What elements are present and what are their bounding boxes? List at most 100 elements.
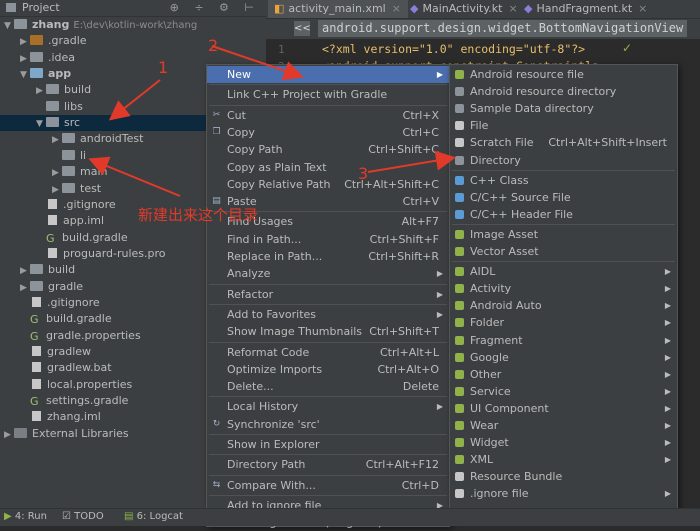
project-header: Project ⊕ ÷ ⚙ ⊢ [0, 0, 266, 17]
code-line[interactable]: <?xml version="1.0" encoding="utf-8"?> [322, 42, 585, 56]
menu-item-label: Google [470, 350, 509, 364]
menu-item[interactable]: Delete... Delete [207, 378, 449, 395]
expand-right-icon[interactable]: ▶ [20, 51, 30, 67]
menu-item[interactable]: Google ▶ [450, 349, 677, 366]
tree-item-label: test [80, 181, 102, 195]
breadcrumb-chevron[interactable]: << [294, 21, 311, 36]
logcat-tab[interactable]: ▤ 6: Logcat [124, 511, 183, 522]
expand-right-icon[interactable]: ▶ [52, 165, 62, 181]
folder-icon [14, 19, 27, 29]
close-tab-icon[interactable]: × [392, 2, 401, 15]
editor-tab[interactable]: ◆ HandFragment.kt × [518, 0, 647, 18]
project-path-hint: E:\dev\kotlin-work\zhang [73, 20, 198, 31]
menu-item[interactable]: AIDL ▶ [450, 263, 677, 280]
menu-item-shortcut: Ctrl+Alt+O [377, 362, 439, 376]
menu-item[interactable]: Fragment ▶ [450, 332, 677, 349]
gradle-icon: G [30, 395, 39, 409]
menu-separator [209, 396, 447, 398]
menu-item[interactable]: Find in Path... Ctrl+Shift+F [207, 231, 449, 248]
menu-item[interactable]: C/C++ Header File [450, 206, 677, 223]
project-header-icons[interactable]: ⊕ ÷ ⚙ ⊢ [170, 1, 260, 14]
menu-item[interactable]: Refactor ▶ [207, 286, 449, 303]
editor-tab[interactable]: ◆ MainActivity.kt × [404, 0, 522, 18]
menu-item[interactable]: Optimize Imports Ctrl+Alt+O [207, 361, 449, 378]
close-tab-icon[interactable]: × [508, 2, 517, 15]
menu-item[interactable]: Local History ▶ [207, 398, 449, 415]
android-icon [455, 455, 464, 465]
close-tab-icon[interactable]: × [638, 2, 647, 15]
submenu-arrow-icon: ▶ [436, 269, 443, 279]
menu-item[interactable]: Android Auto ▶ [450, 297, 677, 314]
android-icon [455, 247, 464, 256]
expand-right-icon[interactable]: ▶ [52, 132, 62, 148]
menu-item[interactable]: Service ▶ [450, 383, 677, 400]
submenu-arrow-icon: ▶ [436, 70, 443, 79]
menu-item[interactable]: File [450, 117, 677, 134]
expand-right-icon[interactable]: ▶ [36, 83, 46, 99]
menu-item[interactable]: ⇆ Compare With... Ctrl+D [207, 477, 449, 494]
project-view-title[interactable]: Project [22, 1, 60, 14]
menu-item[interactable]: ❐ Copy Ctrl+C [207, 124, 449, 141]
expand-right-icon[interactable]: ▶ [52, 182, 62, 198]
editor-tab[interactable]: ◧ activity_main.xml × [268, 0, 408, 18]
menu-item[interactable]: Directory Path Ctrl+Alt+F12 [207, 456, 449, 473]
menu-item-label: Android resource file [470, 68, 584, 81]
menu-item[interactable]: Replace in Path... Ctrl+Shift+R [207, 248, 449, 265]
menu-item[interactable]: Show in Explorer [207, 436, 449, 453]
android-icon [455, 284, 464, 294]
todo-tab[interactable]: ☑ TODO [62, 511, 104, 522]
menu-item[interactable]: C++ Class [450, 172, 677, 189]
menu-item[interactable]: Image Asset [450, 226, 677, 243]
menu-item[interactable]: Other ▶ [450, 366, 677, 383]
tree-item[interactable]: ▶ .gradle [0, 33, 266, 49]
menu-item[interactable]: Directory [450, 152, 677, 169]
file-icon [32, 362, 41, 373]
menu-item[interactable]: Analyze ▶ [207, 265, 449, 282]
menu-item[interactable]: New ▶ [207, 66, 449, 83]
expand-right-icon[interactable]: ▶ [20, 280, 30, 296]
annotation-number-2: 2 [208, 36, 219, 55]
expand-right-icon[interactable]: ▶ [4, 427, 14, 443]
menu-item[interactable]: XML ▶ [450, 451, 677, 468]
expand-down-icon[interactable]: ▼ [4, 18, 14, 34]
menu-item[interactable]: Scratch File Ctrl+Alt+Shift+Insert [450, 134, 677, 151]
menu-item[interactable]: Android resource directory [450, 83, 677, 100]
breadcrumb-path[interactable]: android.support.design.widget.BottomNavi… [318, 20, 688, 37]
folder-icon [62, 149, 75, 160]
menu-item[interactable]: Android resource file [450, 66, 677, 83]
menu-item[interactable]: Reformat Code Ctrl+Alt+L [207, 344, 449, 361]
submenu-arrow-icon: ▶ [664, 403, 671, 413]
menu-item[interactable]: Copy Path Ctrl+Shift+C [207, 141, 449, 158]
run-tab[interactable]: ▶ 4: Run [4, 511, 47, 522]
cut-icon: ✂ [212, 109, 221, 120]
menu-item-shortcut: Ctrl+Shift+T [369, 325, 439, 339]
expand-down-icon[interactable]: ▼ [20, 67, 30, 83]
menu-item-label: Delete... [227, 380, 274, 394]
expand-right-icon[interactable]: ▶ [20, 34, 30, 50]
expand-down-icon[interactable]: ▼ [36, 116, 46, 132]
menu-item[interactable]: .ignore file ▶ [450, 485, 677, 502]
expand-right-icon[interactable]: ▶ [20, 263, 30, 279]
menu-item[interactable]: Link C++ Project with Gradle [207, 86, 449, 103]
tree-item[interactable]: ▼ zhang E:\dev\kotlin-work\zhang [0, 17, 266, 33]
menu-item-label: Cut [227, 108, 246, 122]
menu-item[interactable]: Copy as Plain Text [207, 159, 449, 176]
menu-item[interactable]: Wear ▶ [450, 417, 677, 434]
menu-item[interactable]: Sample Data directory [450, 100, 677, 117]
menu-item[interactable]: UI Component ▶ [450, 400, 677, 417]
menu-item[interactable]: Folder ▶ [450, 314, 677, 331]
gradle-icon: G [30, 329, 39, 343]
menu-item[interactable]: Vector Asset [450, 243, 677, 260]
project-view-icon[interactable] [6, 3, 16, 12]
menu-item[interactable]: Widget ▶ [450, 434, 677, 451]
menu-item[interactable]: Copy Relative Path Ctrl+Alt+Shift+C [207, 176, 449, 193]
menu-item[interactable]: ↻ Synchronize 'src' [207, 416, 449, 433]
menu-item[interactable]: Add to Favorites ▶ [207, 306, 449, 323]
menu-item[interactable]: Resource Bundle [450, 468, 677, 485]
menu-item[interactable]: Activity ▶ [450, 280, 677, 297]
menu-item[interactable]: C/C++ Source File [450, 189, 677, 206]
annotation-number-1: 1 [158, 58, 169, 77]
menu-item[interactable]: ✂ Cut Ctrl+X [207, 107, 449, 124]
submenu-arrow-icon: ▶ [664, 267, 671, 277]
menu-item[interactable]: Show Image Thumbnails Ctrl+Shift+T [207, 323, 449, 340]
